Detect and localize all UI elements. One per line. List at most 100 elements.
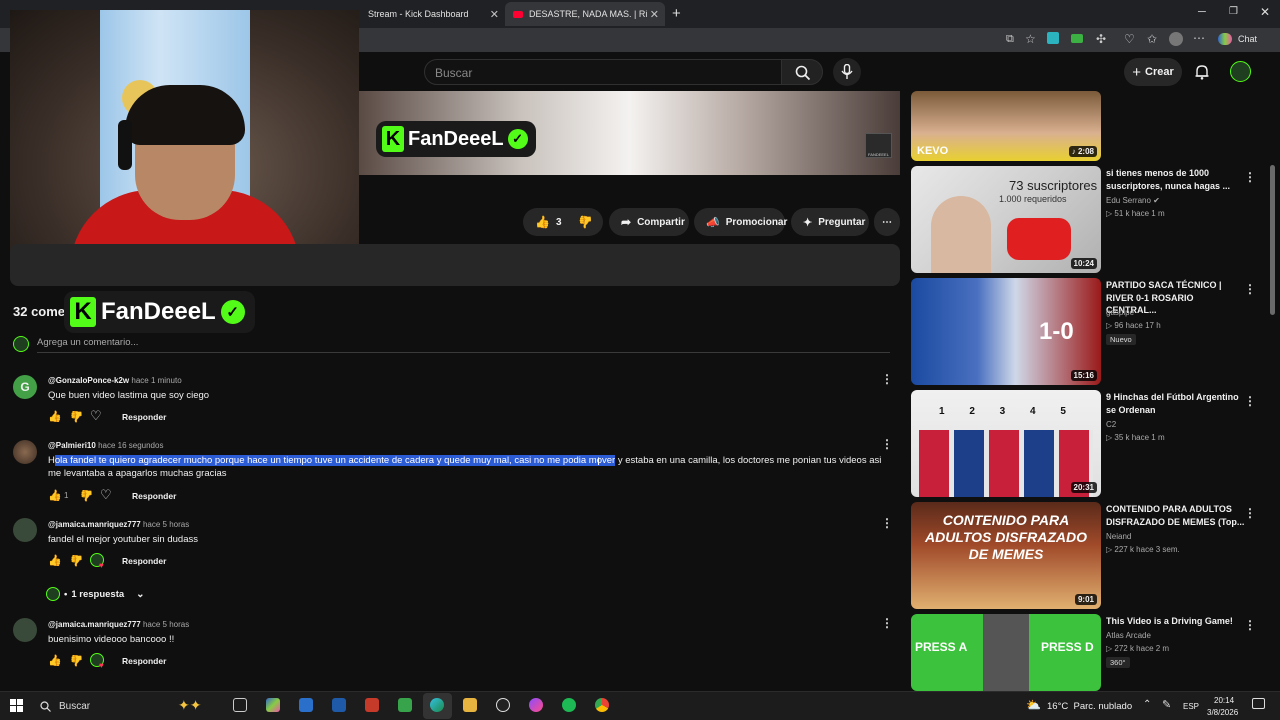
thumbs-down-icon[interactable]: 👍 — [578, 215, 593, 229]
video-menu-icon[interactable]: ⋮ — [1244, 170, 1256, 184]
open-in-app-icon[interactable]: ⧉ — [1006, 33, 1014, 46]
comment-avatar[interactable] — [13, 618, 37, 642]
voice-search-button[interactable] — [833, 58, 861, 86]
description-box[interactable] — [10, 244, 900, 286]
clock-time[interactable]: 20:14 — [1214, 696, 1234, 705]
tab-youtube-video[interactable]: DESASTRE, NADA MAS. | River Pla ✕ — [505, 2, 665, 26]
file-explorer-icon[interactable] — [463, 698, 477, 712]
favorites-icon[interactable]: ✩ — [1147, 32, 1157, 46]
heart-icon[interactable]: ♡ — [90, 408, 102, 424]
comment-avatar[interactable] — [13, 440, 37, 464]
ask-button[interactable]: ✦ Preguntar — [791, 208, 869, 236]
task-view-icon[interactable] — [233, 698, 247, 712]
copilot-taskbar-icon[interactable] — [266, 698, 280, 712]
channel-name[interactable]: Neiand — [1106, 532, 1131, 541]
page-scrollbar[interactable] — [1270, 165, 1275, 315]
like-icon[interactable]: 👍 — [48, 654, 62, 667]
comment-menu-icon[interactable]: ⋮ — [881, 516, 893, 530]
video-menu-icon[interactable]: ⋮ — [1244, 618, 1256, 632]
chat-label[interactable]: Chat — [1238, 34, 1257, 44]
video-thumbnail[interactable]: 1-0 15:16 — [911, 278, 1101, 385]
like-icon[interactable]: 👍 — [48, 554, 62, 567]
like-icon[interactable]: 👍 — [48, 489, 62, 502]
language-indicator[interactable]: ESP — [1183, 702, 1199, 711]
messenger-icon[interactable] — [529, 698, 543, 712]
tab-kick-dashboard[interactable]: Stream - Kick Dashboard ✕ — [360, 2, 505, 26]
promote-button[interactable]: 📣 Promocionar — [694, 208, 787, 236]
weather-text[interactable]: 16°C Parc. nublado — [1047, 701, 1132, 712]
reply-button[interactable]: Responder — [132, 491, 176, 501]
video-title[interactable]: This Video is a Driving Game! — [1106, 615, 1246, 628]
search-button[interactable] — [781, 59, 823, 85]
tray-chevron-up-icon[interactable]: ⌃ — [1143, 699, 1151, 710]
more-actions-button[interactable]: ⋯ — [874, 208, 900, 236]
close-icon[interactable]: ✕ — [650, 8, 659, 21]
windows-start-icon[interactable] — [10, 699, 23, 712]
video-menu-icon[interactable]: ⋮ — [1244, 282, 1256, 296]
dislike-icon[interactable]: 👍 — [70, 654, 84, 667]
video-player[interactable]: K FanDeeeL ✓ FANDEEEL — [359, 91, 900, 175]
create-button[interactable]: + Crear — [1124, 58, 1182, 86]
channel-name[interactable]: Atlas Arcade — [1106, 631, 1151, 640]
video-thumbnail[interactable]: 73 suscriptores 1.000 requeridos 10:24 — [911, 166, 1101, 273]
performance-icon[interactable]: ♡ — [1124, 32, 1135, 46]
app-icon-blue-2[interactable] — [332, 698, 346, 712]
view-replies-button[interactable]: • 1 respuesta ⌄ — [46, 587, 145, 601]
video-thumbnail[interactable]: KEVO ♪ 2:08 — [911, 91, 1101, 161]
add-comment-input[interactable]: Agrega un comentario... — [37, 337, 890, 353]
app-icon-green[interactable] — [398, 698, 412, 712]
bookmark-star-icon[interactable]: ☆ — [1025, 32, 1036, 46]
video-thumbnail[interactable]: CONTENIDO PARA ADULTOS DISFRAZADO DE MEM… — [911, 502, 1101, 609]
spotify-icon[interactable] — [562, 698, 576, 712]
restore-button[interactable]: ❐ — [1229, 6, 1238, 17]
channel-name[interactable]: Edu Serrano ✔ — [1106, 196, 1160, 205]
profile-avatar[interactable] — [1169, 32, 1183, 46]
comment-time[interactable]: hace 1 minuto — [131, 376, 181, 385]
reply-button[interactable]: Responder — [122, 412, 166, 422]
video-thumbnail[interactable]: PRESS A PRESS D — [911, 614, 1101, 691]
notification-center-icon[interactable] — [1252, 698, 1265, 709]
clock-date[interactable]: 3/8/2026 — [1207, 708, 1238, 717]
video-title[interactable]: CONTENIDO PARA ADULTOS DISFRAZADO DE MEM… — [1106, 503, 1246, 528]
channel-name[interactable]: gaspipe — [1106, 308, 1134, 317]
extension-icon[interactable] — [1047, 32, 1059, 44]
channel-name[interactable]: C2 — [1106, 420, 1116, 429]
comment-menu-icon[interactable]: ⋮ — [881, 372, 893, 386]
dislike-icon[interactable]: 👍 — [70, 410, 84, 423]
minimize-button[interactable]: ─ — [1198, 6, 1206, 18]
share-button[interactable]: ➦ Compartir — [609, 208, 689, 236]
video-title[interactable]: si tienes menos de 1000 suscriptores, nu… — [1106, 167, 1246, 192]
comment-menu-icon[interactable]: ⋮ — [881, 616, 893, 630]
dislike-icon[interactable]: 👍 — [80, 489, 94, 502]
search-input[interactable]: Buscar — [424, 59, 782, 85]
comment-avatar[interactable] — [13, 518, 37, 542]
extensions-puzzle-icon[interactable]: ✣ — [1096, 32, 1106, 46]
comment-author[interactable]: @GonzaloPonce-k2w — [48, 376, 129, 385]
app-icon-blue[interactable] — [299, 698, 313, 712]
extension-green-icon[interactable] — [1071, 34, 1083, 43]
heart-icon[interactable]: ♡ — [100, 487, 112, 503]
video-menu-icon[interactable]: ⋮ — [1244, 506, 1256, 520]
chrome-icon[interactable] — [595, 698, 609, 712]
obs-icon[interactable] — [496, 698, 510, 712]
reply-button[interactable]: Responder — [122, 556, 166, 566]
reply-button[interactable]: Responder — [122, 656, 166, 666]
video-thumbnail[interactable]: 1 2 3 4 5 20:31 — [911, 390, 1101, 497]
like-icon[interactable]: 👍 — [48, 410, 62, 423]
comment-author[interactable]: @jamaica.manriquez777 — [48, 620, 141, 629]
comment-author[interactable]: @jamaica.manriquez777 — [48, 520, 141, 529]
comment-time[interactable]: hace 5 horas — [143, 620, 189, 629]
close-window-button[interactable]: ✕ — [1260, 5, 1270, 19]
copilot-icon[interactable] — [1218, 33, 1232, 45]
menu-dots-icon[interactable]: ⋯ — [1193, 31, 1205, 45]
video-title[interactable]: 9 Hinchas del Fútbol Argentino se Ordena… — [1106, 391, 1246, 416]
pen-icon[interactable]: ✎ — [1162, 698, 1171, 711]
comment-time[interactable]: hace 16 segundos — [98, 441, 163, 450]
comment-time[interactable]: hace 5 horas — [143, 520, 189, 529]
comment-menu-icon[interactable]: ⋮ — [881, 437, 893, 451]
app-icon-red[interactable] — [365, 698, 379, 712]
close-icon[interactable]: ✕ — [490, 8, 499, 21]
like-button[interactable]: 👍 3 👍 — [523, 208, 603, 236]
account-avatar[interactable] — [1230, 61, 1251, 82]
dislike-icon[interactable]: 👍 — [70, 554, 84, 567]
